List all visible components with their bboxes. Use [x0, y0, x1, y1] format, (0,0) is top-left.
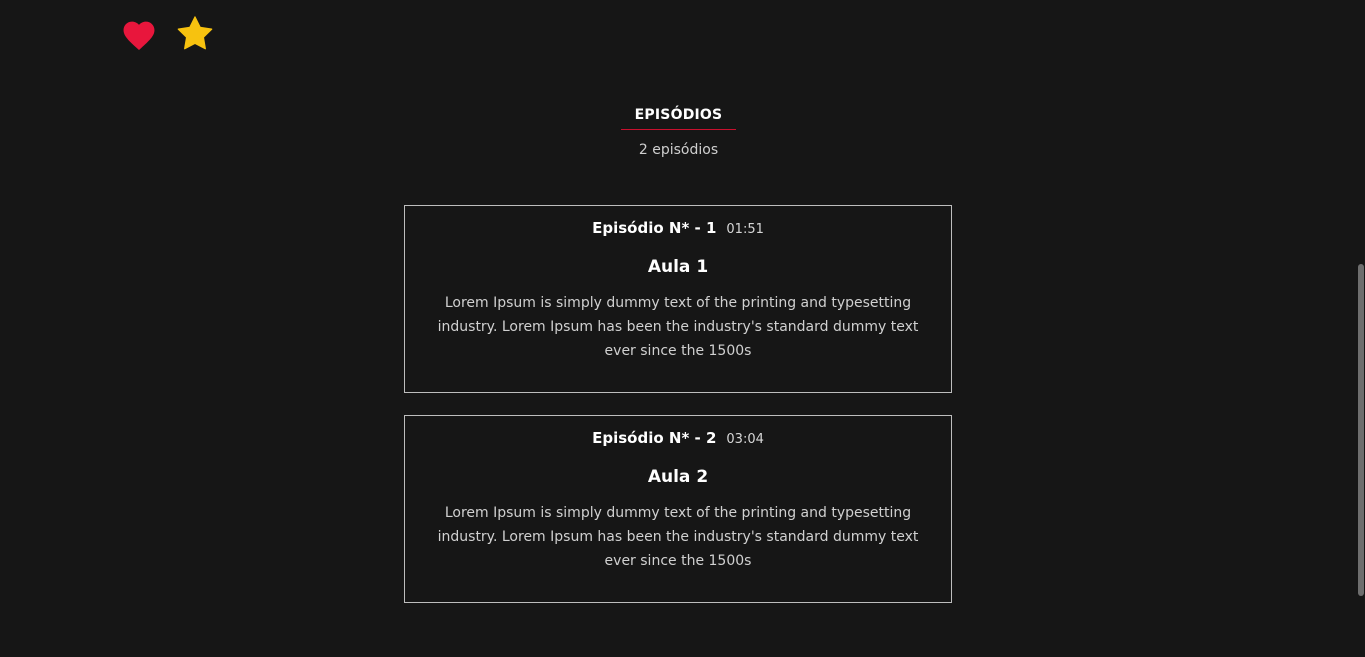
section-title: EPISÓDIOS: [620, 107, 737, 130]
heart-icon: [123, 21, 155, 50]
rate-button[interactable]: [175, 14, 215, 54]
episode-duration: 03:04: [726, 432, 764, 447]
episodes-header: EPISÓDIOS 2 episódios: [0, 104, 1357, 158]
episode-duration: 01:51: [726, 222, 764, 237]
episode-card[interactable]: Episódio N* - 2 03:04 Aula 2 Lorem Ipsum…: [404, 415, 952, 603]
favorite-button[interactable]: [119, 14, 159, 54]
episode-number: Episódio N* - 1: [592, 219, 717, 237]
episode-card[interactable]: Episódio N* - 1 01:51 Aula 1 Lorem Ipsum…: [404, 205, 952, 393]
episode-description: Lorem Ipsum is simply dummy text of the …: [437, 295, 919, 359]
scrollbar-thumb[interactable]: [1358, 264, 1364, 596]
scrollbar-track[interactable]: [1357, 0, 1365, 657]
episode-description: Lorem Ipsum is simply dummy text of the …: [437, 505, 919, 569]
episode-title: Aula 1: [647, 257, 709, 277]
episode-count: 2 episódios: [638, 142, 719, 158]
page: EPISÓDIOS 2 episódios Episódio N* - 1 01…: [0, 0, 1365, 657]
episode-number: Episódio N* - 2: [592, 429, 717, 447]
episode-heading: Episódio N* - 1 01:51: [405, 219, 951, 241]
episode-heading: Episódio N* - 2 03:04: [405, 429, 951, 451]
star-icon: [177, 16, 213, 50]
episode-title: Aula 2: [647, 467, 709, 487]
